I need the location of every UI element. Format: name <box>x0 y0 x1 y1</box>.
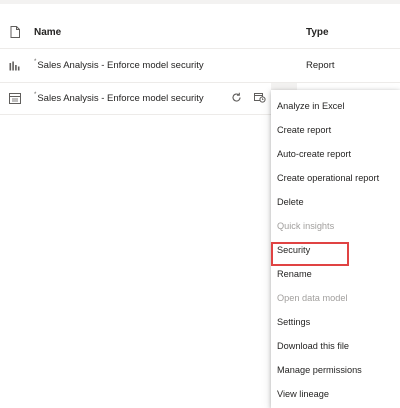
refresh-icon[interactable] <box>230 91 242 103</box>
menu-item-quick-insights: Quick insights <box>277 221 335 231</box>
menu-item-download-this-file[interactable]: Download this file <box>271 334 400 358</box>
table-row[interactable]: * Sales Analysis - Enforce model securit… <box>0 49 400 83</box>
menu-item-view-lineage[interactable]: View lineage <box>271 382 400 406</box>
row-name-text: Sales Analysis - Enforce model security <box>37 93 204 104</box>
row-type: Report <box>306 60 335 71</box>
security-highlight-box <box>271 242 349 266</box>
schedule-refresh-icon[interactable] <box>254 91 266 103</box>
menu-item-settings[interactable]: Settings <box>271 310 400 334</box>
menu-item-auto-create-report[interactable]: Auto-create report <box>271 142 400 166</box>
new-indicator: * <box>34 91 37 98</box>
menu-item-manage-permissions[interactable]: Manage permissions <box>271 358 400 382</box>
menu-item-delete[interactable]: Delete <box>271 190 400 214</box>
menu-item-create-operational-report[interactable]: Create operational report <box>271 166 400 190</box>
report-icon <box>6 49 24 82</box>
menu-item-open-data-model: Open data model <box>277 293 348 303</box>
name-column-header[interactable]: Name <box>34 16 61 48</box>
menu-item-analyze-in-excel[interactable]: Analyze in Excel <box>271 94 400 118</box>
row-name-link[interactable]: * Sales Analysis - Enforce model securit… <box>34 83 204 114</box>
top-divider <box>0 0 400 4</box>
table-header: Name Type <box>0 16 400 49</box>
new-indicator: * <box>34 58 37 65</box>
file-type-header-icon <box>6 16 24 48</box>
row-name-text: Sales Analysis - Enforce model security <box>37 60 204 71</box>
menu-item-create-report[interactable]: Create report <box>271 118 400 142</box>
dataset-icon <box>6 83 24 114</box>
type-column-header[interactable]: Type <box>306 16 329 48</box>
row-name-link[interactable]: * Sales Analysis - Enforce model securit… <box>34 49 204 82</box>
